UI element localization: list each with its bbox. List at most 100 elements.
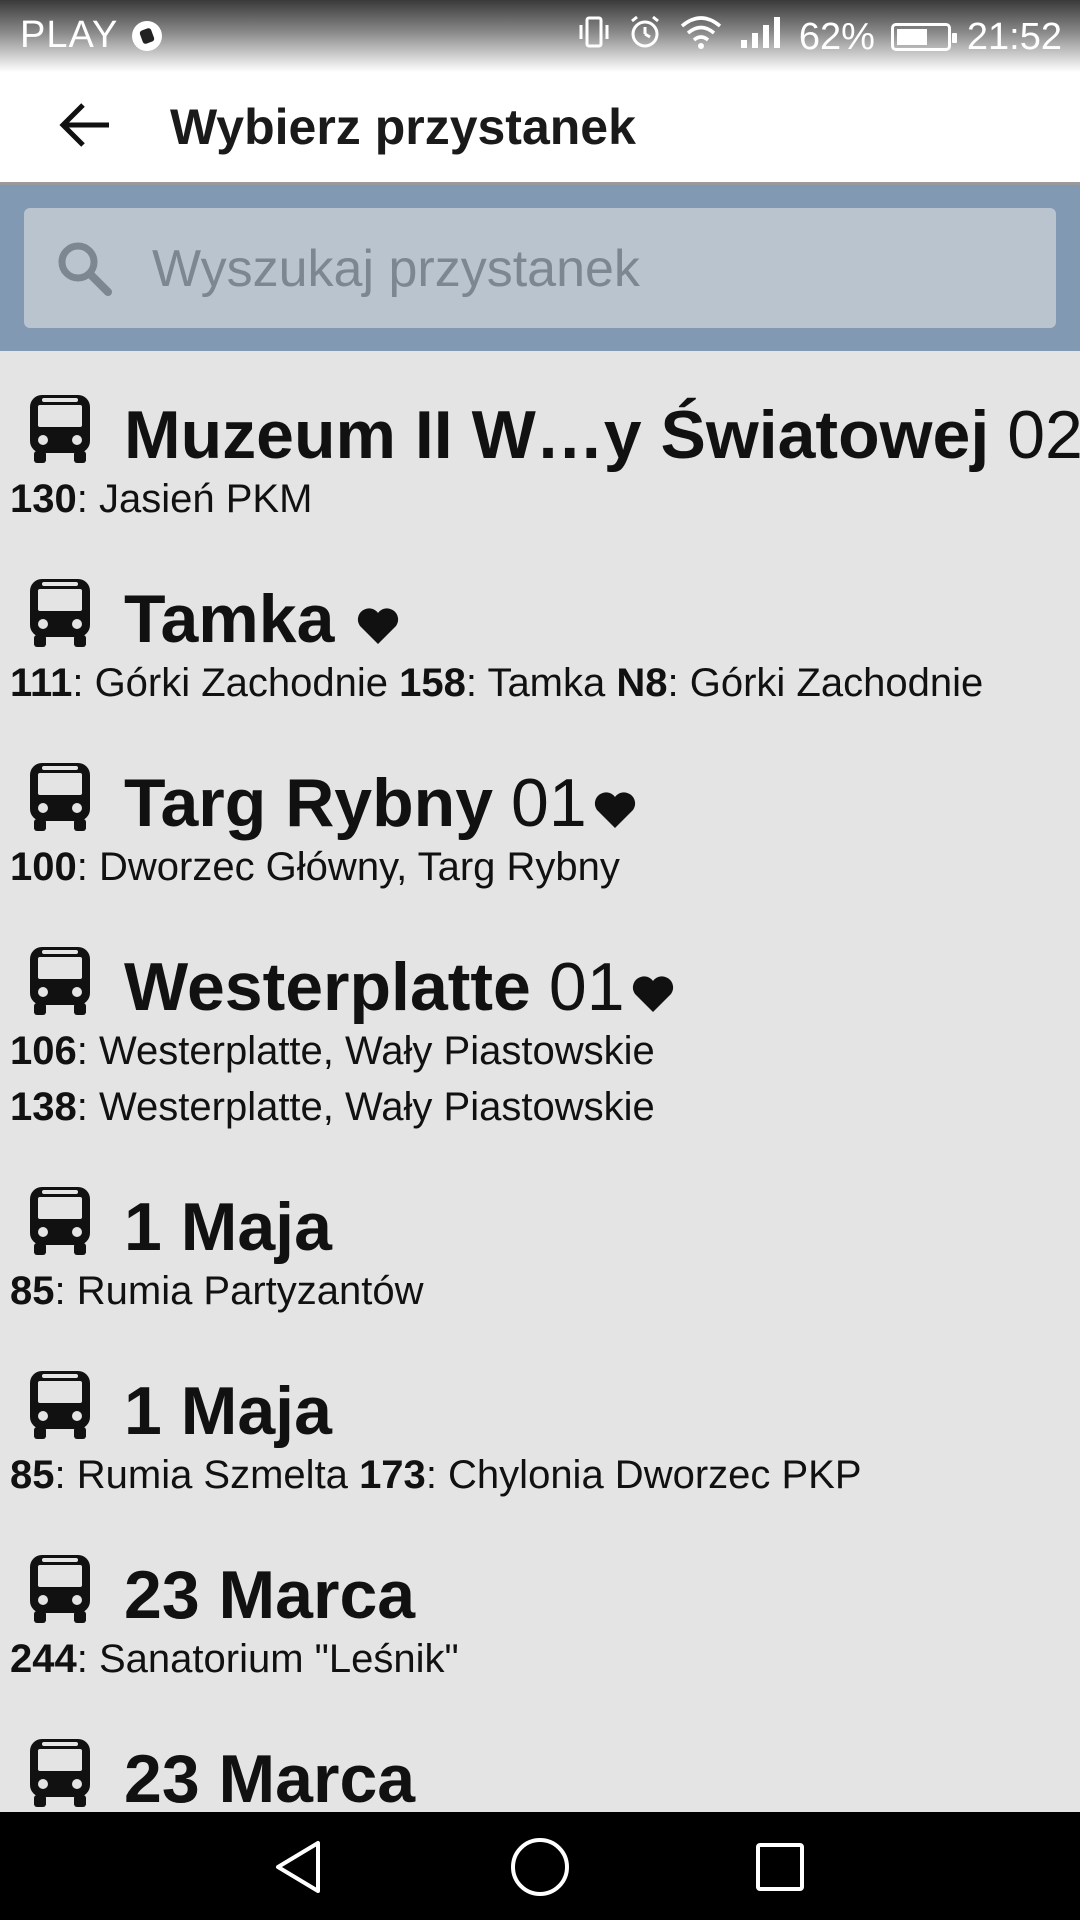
status-right: 62% 21:52 bbox=[577, 14, 1062, 60]
line-destination: Westerplatte, Wały Piastowskie bbox=[98, 1085, 655, 1129]
stop-list: Muzeum II W…y Światowej 02 130: Jasień PKM… bbox=[0, 351, 1080, 1811]
recents-square-icon bbox=[756, 1843, 804, 1891]
line-number: 100 bbox=[10, 845, 77, 889]
stop-lines: 100: Dworzec Główny, Targ Rybny bbox=[0, 839, 1080, 895]
stop-title: 1 Maja bbox=[124, 1193, 332, 1261]
line-number: 244 bbox=[10, 1637, 77, 1681]
stop-name: 1 Maja bbox=[124, 1189, 332, 1265]
favorite-heart-icon[interactable] bbox=[631, 957, 675, 1012]
nav-recents-button[interactable] bbox=[740, 1832, 820, 1902]
nav-home-button[interactable] bbox=[500, 1832, 580, 1902]
bus-icon bbox=[28, 761, 92, 833]
stop-list-item[interactable]: Targ Rybny 01 100: Dworzec Główny, Targ Ry… bbox=[0, 719, 1080, 903]
line-destination: Górki Zachodnie bbox=[689, 661, 984, 705]
stop-lines: 111: Górki Zachodnie 158: Tamka N8: Górk… bbox=[0, 655, 1080, 711]
nav-back-button[interactable] bbox=[260, 1832, 340, 1902]
stop-list-item[interactable]: 1 Maja 85: Rumia Szmelta 173: Chylonia Dw… bbox=[0, 1327, 1080, 1511]
stop-name: Muzeum II W…y Światowej bbox=[124, 397, 990, 473]
stop-name: 23 Marca bbox=[124, 1557, 416, 1633]
stop-title: 23 Marca bbox=[124, 1745, 415, 1811]
line-number: 173 bbox=[359, 1453, 426, 1497]
search-icon bbox=[58, 242, 112, 296]
line-number: 158 bbox=[399, 661, 466, 705]
stop-list-item[interactable]: 23 Marca 244: Sanatorium "Leśnik" bbox=[0, 1511, 1080, 1695]
system-nav-bar bbox=[0, 1812, 1080, 1920]
line-destination: Jasień PKM bbox=[98, 477, 313, 521]
stop-header: Muzeum II W…y Światowej 02 bbox=[0, 351, 1080, 471]
back-triangle-icon bbox=[276, 1841, 320, 1893]
stop-code: 01 bbox=[511, 765, 587, 841]
search-input[interactable] bbox=[150, 208, 1034, 330]
battery-icon bbox=[890, 23, 957, 51]
carrier-name: PLAY bbox=[20, 14, 119, 56]
arrow-back-icon bbox=[59, 103, 109, 147]
stop-header: 1 Maja bbox=[0, 1143, 1080, 1263]
stop-title: 23 Marca bbox=[124, 1561, 415, 1629]
stop-header: Targ Rybny 01 bbox=[0, 719, 1080, 839]
page-title: Wybierz przystanek bbox=[170, 99, 636, 155]
line-row: 100: Dworzec Główny, Targ Rybny bbox=[10, 845, 620, 889]
alarm-icon bbox=[627, 14, 663, 60]
favorite-heart-icon[interactable] bbox=[593, 773, 637, 828]
stop-title: 1 Maja bbox=[124, 1377, 332, 1445]
battery-level-fill bbox=[896, 29, 927, 45]
line-destination: Chylonia Dworzec PKP bbox=[448, 1453, 862, 1497]
stop-title: Muzeum II W…y Światowej 02 bbox=[124, 401, 1080, 469]
battery-percent: 62% bbox=[798, 15, 875, 58]
stop-header: Westerplatte 01 bbox=[0, 903, 1080, 1023]
line-number: 111 bbox=[10, 661, 73, 705]
stop-title: Westerplatte 01 bbox=[124, 953, 675, 1021]
stop-header: Tamka bbox=[0, 535, 1080, 655]
app-bar: Wybierz przystanek bbox=[0, 72, 1080, 185]
stop-name: 23 Marca bbox=[124, 1741, 416, 1811]
line-row: 111: Górki Zachodnie 158: Tamka N8: Górk… bbox=[10, 661, 984, 705]
stop-lines: 85: Rumia Szmelta 173: Chylonia Dworzec … bbox=[0, 1447, 1080, 1503]
stop-lines: 130: Jasień PKM bbox=[0, 471, 1080, 527]
search-box[interactable] bbox=[24, 208, 1056, 330]
status-bar: PLAY 62% 21:52 bbox=[0, 0, 1080, 72]
status-left: PLAY bbox=[20, 14, 163, 57]
stop-name: Tamka bbox=[124, 581, 335, 657]
stop-lines: 244: Sanatorium "Leśnik" bbox=[0, 1631, 1080, 1687]
vibrate-icon bbox=[577, 15, 611, 59]
stop-header: 1 Maja bbox=[0, 1327, 1080, 1447]
home-circle-icon bbox=[511, 1838, 569, 1896]
line-destination: Sanatorium "Leśnik" bbox=[98, 1637, 459, 1681]
line-row: 130: Jasień PKM bbox=[10, 477, 313, 521]
line-destination: Rumia Szmelta bbox=[76, 1453, 348, 1497]
stop-list-item[interactable]: 23 Marca bbox=[0, 1695, 1080, 1811]
stop-name: Westerplatte bbox=[124, 949, 531, 1025]
stop-list-item[interactable]: Tamka 111: Górki Zachodnie 158: Tamka N8:… bbox=[0, 535, 1080, 719]
line-destination: Górki Zachodnie bbox=[94, 661, 389, 705]
wifi-icon bbox=[679, 14, 723, 60]
bus-icon bbox=[28, 393, 92, 465]
stop-header: 23 Marca bbox=[0, 1511, 1080, 1631]
stop-name: 1 Maja bbox=[124, 1373, 332, 1449]
line-destination: Tamka bbox=[487, 661, 606, 705]
stop-title: Targ Rybny 01 bbox=[124, 769, 637, 837]
line-row: 85: Rumia Partyzantów bbox=[10, 1269, 424, 1313]
stop-lines: 85: Rumia Partyzantów bbox=[0, 1263, 1080, 1319]
favorite-heart-icon[interactable] bbox=[356, 589, 400, 644]
bus-icon bbox=[28, 1553, 92, 1625]
line-row: 85: Rumia Szmelta 173: Chylonia Dworzec … bbox=[10, 1453, 862, 1497]
stop-list-item[interactable]: Westerplatte 01 106: Westerplatte, Wały Pi… bbox=[0, 903, 1080, 1143]
search-band bbox=[0, 185, 1080, 351]
line-destination: Westerplatte, Wały Piastowskie bbox=[98, 1029, 655, 1073]
stop-code: 01 bbox=[548, 949, 625, 1025]
line-row: 138: Westerplatte, Wały Piastowskie bbox=[10, 1085, 655, 1129]
line-destination: Dworzec Główny, Targ Rybny bbox=[98, 845, 620, 889]
stop-name: Targ Rybny bbox=[124, 765, 494, 841]
stop-code: 02 bbox=[1007, 397, 1080, 473]
stop-lines: 106: Westerplatte, Wały Piastowskie 138: … bbox=[0, 1023, 1080, 1135]
back-button[interactable] bbox=[40, 80, 130, 170]
line-destination: Rumia Partyzantów bbox=[76, 1269, 424, 1313]
line-number: 130 bbox=[10, 477, 77, 521]
stop-title: Tamka bbox=[124, 585, 400, 653]
bus-icon bbox=[28, 1369, 92, 1441]
bus-icon bbox=[28, 945, 92, 1017]
stop-list-item[interactable]: 1 Maja 85: Rumia Partyzantów bbox=[0, 1143, 1080, 1327]
stop-list-item[interactable]: Muzeum II W…y Światowej 02 130: Jasień PKM bbox=[0, 351, 1080, 535]
clock: 21:52 bbox=[966, 15, 1062, 58]
line-number: 85 bbox=[10, 1453, 55, 1497]
